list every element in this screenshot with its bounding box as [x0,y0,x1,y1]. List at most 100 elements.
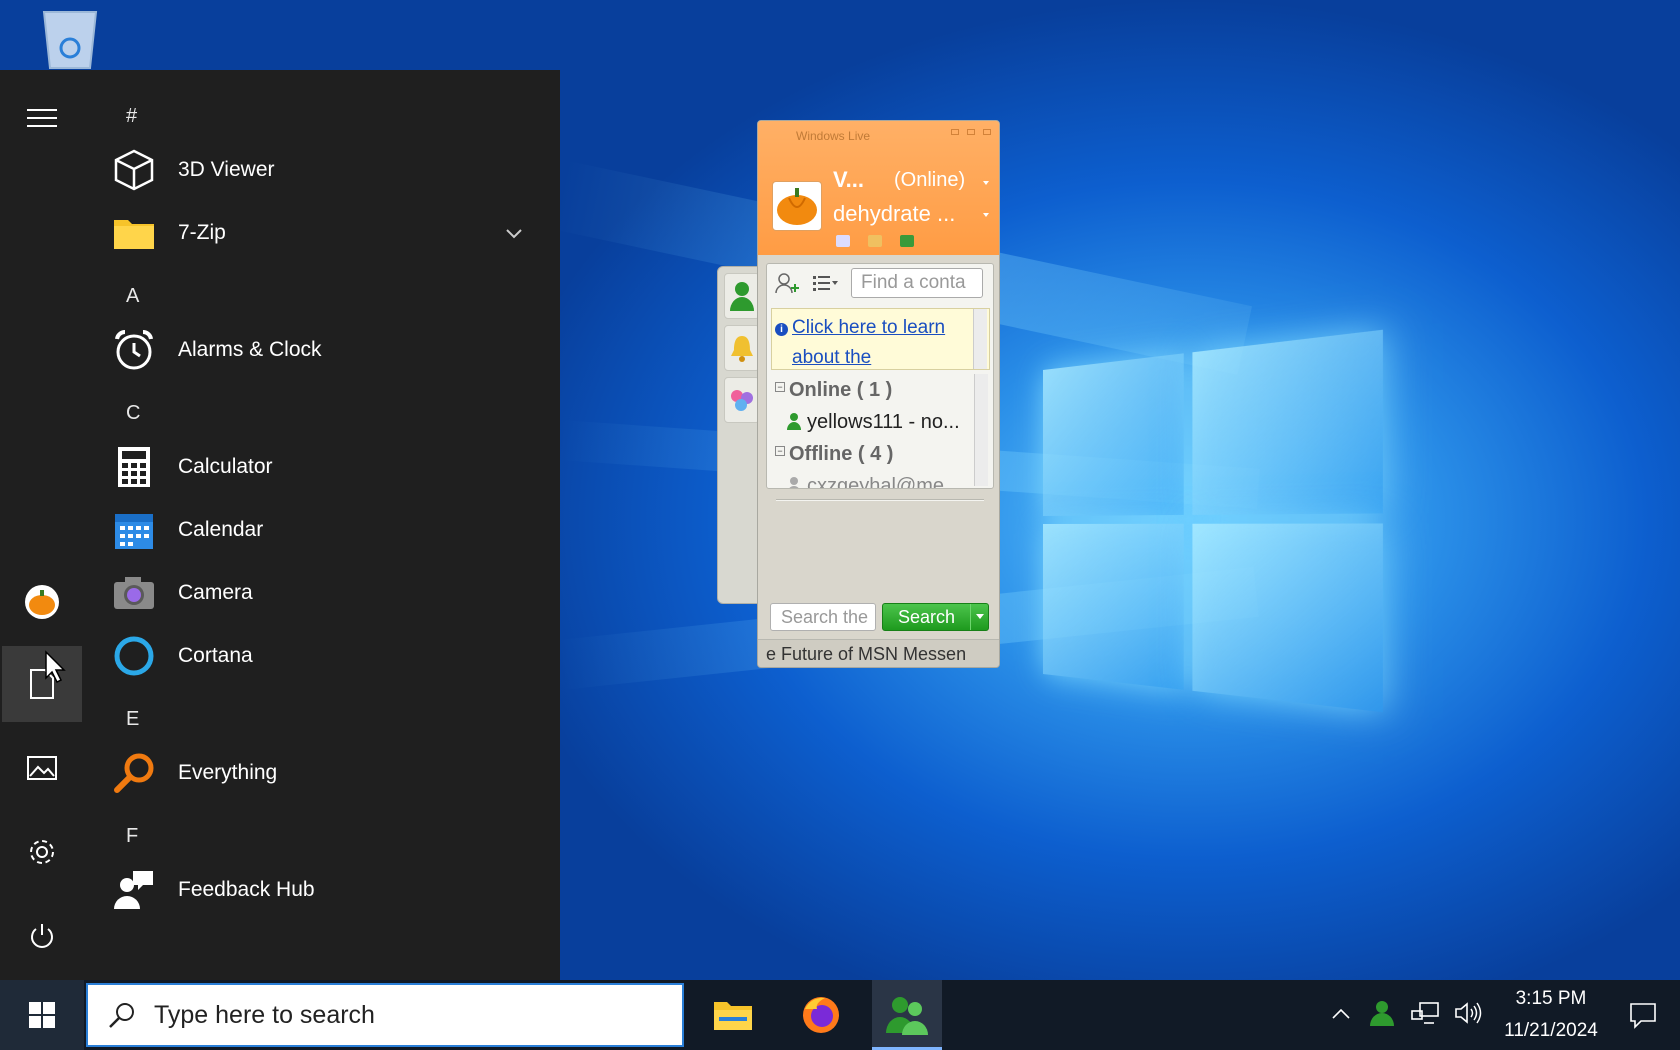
start-button[interactable] [0,980,84,1050]
bell-icon [731,336,753,362]
app-label: Everything [178,760,278,784]
offline-buddy-icon [789,477,799,488]
pumpkin-avatar-icon [25,585,59,619]
documents-button[interactable] [2,646,82,722]
action-center-button[interactable] [1606,1001,1680,1029]
pictures-button[interactable] [2,730,82,806]
list-item[interactable]: yellows111 - no... [771,406,990,438]
flowers-tab[interactable] [724,377,760,423]
contacts-tab[interactable] [724,273,760,319]
web-search-bar: Search the Search [770,603,989,631]
mail-icon[interactable] [836,235,850,247]
app-alarms-clock[interactable]: Alarms & Clock [100,318,540,381]
section-header[interactable]: F [100,814,540,858]
personal-message[interactable]: dehydrate ... [833,201,955,227]
maximize-button[interactable] [967,129,975,135]
web-search-input[interactable]: Search the [770,603,876,631]
divider [776,499,984,501]
group-online[interactable]: − Online ( 1 ) [771,374,990,406]
group-offline[interactable]: − Offline ( 4 ) [771,438,990,470]
feedback-hub-icon [112,868,156,912]
taskbar: Type here to search 3:15 PM 11/21/2024 [0,980,1680,1050]
search-placeholder: Type here to search [154,1000,375,1029]
messenger-header: Windows Live V... (Online) dehydrate ... [758,121,999,255]
contact-name: cxzgeyhal@me... [807,475,961,488]
avatar[interactable] [772,181,822,231]
alarm-clock-icon [112,328,156,372]
clock-date: 11/21/2024 [1504,1020,1598,1041]
list-scrollbar[interactable] [974,374,988,486]
app-3d-viewer[interactable]: 3D Viewer [100,138,540,201]
status-arrow-icon[interactable] [983,181,989,185]
calculator-icon [112,445,156,489]
info-icon: i [775,323,788,336]
app-calendar[interactable]: Calendar [100,498,540,561]
power-button[interactable] [2,898,82,974]
group-label: Offline ( 4 ) [789,443,894,465]
info-scrollbar[interactable] [973,309,987,369]
contact-list: − Online ( 1 ) yellows111 - no... − Offl… [771,374,990,488]
app-label: Cortana [178,643,253,667]
hamburger-icon [27,109,57,127]
status-dropdown[interactable]: (Online) [894,169,965,192]
news-icon[interactable] [900,235,914,247]
pictures-icon [27,756,57,780]
close-button[interactable] [983,129,991,135]
collapse-icon[interactable]: − [775,446,785,456]
user-account-button[interactable] [2,564,82,640]
taskbar-search[interactable]: Type here to search [86,983,684,1047]
alerts-tab[interactable] [724,325,760,371]
app-everything[interactable]: Everything [100,741,540,804]
section-header[interactable]: A [100,274,540,318]
app-label: Calculator [178,454,273,478]
show-hidden-icons-button[interactable] [1332,1006,1350,1024]
app-cortana[interactable]: Cortana [100,624,540,687]
start-menu: # 3D Viewer 7-Zip A Alarms & Clock C Cal… [0,70,560,980]
learn-more-link[interactable]: Click here to learn about the [792,313,970,373]
window-title[interactable]: Windows Live [758,121,999,149]
minimize-button[interactable] [951,129,959,135]
collapse-icon[interactable]: − [775,382,785,392]
list-item[interactable]: cxzgeyhal@me... [771,470,990,488]
search-dropdown-icon[interactable] [970,604,988,630]
taskbar-file-explorer[interactable] [698,980,768,1050]
cortana-ring-icon [112,634,156,678]
camera-icon [112,571,156,615]
tray-messenger-icon[interactable] [1368,999,1396,1032]
mouse-cursor-icon [45,650,66,684]
message-arrow-icon[interactable] [983,213,989,217]
app-label: Alarms & Clock [178,337,322,361]
contact-toolbar: Find a conta [767,264,993,302]
network-icon[interactable] [1410,1001,1440,1030]
gear-icon [30,840,54,864]
footer-ticker[interactable]: e Future of MSN Messen [758,639,999,667]
info-banner: i Click here to learn about the [771,308,990,370]
section-header[interactable]: C [100,391,540,435]
search-icon [109,1003,134,1028]
app-7-zip[interactable]: 7-Zip [100,201,540,264]
recycle-bin-icon[interactable] [34,8,106,70]
spaces-icon[interactable] [868,235,882,247]
search-button-label: Search [897,606,956,627]
app-camera[interactable]: Camera [100,561,540,624]
display-name[interactable]: V... [833,167,864,193]
search-button[interactable]: Search [882,603,989,631]
app-calculator[interactable]: Calculator [100,435,540,498]
volume-icon[interactable] [1454,1001,1484,1030]
section-header[interactable]: E [100,697,540,741]
add-contact-icon[interactable] [775,272,801,294]
chevron-down-icon[interactable] [506,221,522,245]
settings-button[interactable] [2,814,82,890]
app-feedback-hub[interactable]: Feedback Hub [100,858,540,921]
clock[interactable]: 3:15 PM 11/21/2024 [1496,983,1606,1047]
find-contact-input[interactable]: Find a conta [851,268,983,298]
flowers-icon [731,390,753,411]
list-options-icon[interactable] [813,274,839,292]
windows-logo-icon [29,1002,55,1028]
hamburger-menu-button[interactable] [2,80,82,156]
section-header[interactable]: # [100,94,540,138]
taskbar-firefox[interactable] [786,980,856,1050]
msn-buddies-icon [886,997,928,1035]
clock-time: 3:15 PM [1515,988,1587,1009]
taskbar-messenger[interactable] [872,980,942,1050]
